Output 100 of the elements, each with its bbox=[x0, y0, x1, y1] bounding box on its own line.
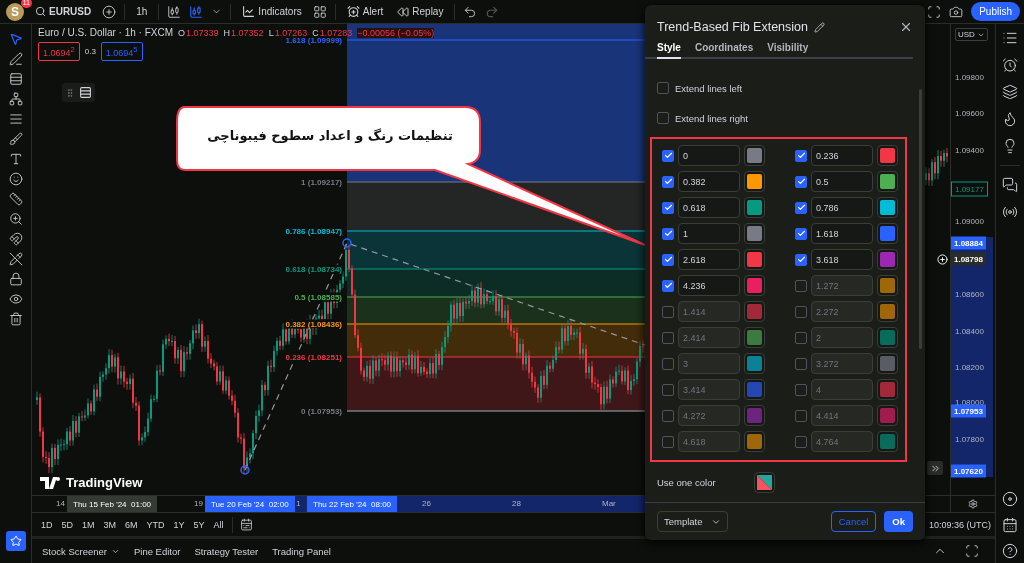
sell-price-button[interactable]: 1.0694$^{2}$ bbox=[38, 42, 80, 61]
level-input[interactable]: 0.5 bbox=[811, 171, 873, 193]
checkbox[interactable] bbox=[795, 435, 807, 448]
checkbox[interactable] bbox=[795, 305, 807, 318]
checkbox[interactable] bbox=[662, 305, 674, 318]
calendar-icon[interactable] bbox=[239, 518, 253, 531]
candles-icon[interactable] bbox=[189, 4, 204, 19]
zoom-in-icon[interactable] bbox=[8, 212, 23, 226]
checkbox[interactable] bbox=[795, 253, 807, 266]
pencil-icon[interactable] bbox=[814, 21, 825, 33]
cancel-button[interactable]: Cancel bbox=[830, 511, 877, 533]
level-input[interactable]: 3.618 bbox=[811, 249, 873, 271]
watchlist-icon[interactable] bbox=[1002, 30, 1018, 46]
alarm-clock-icon[interactable] bbox=[1002, 57, 1018, 73]
checkbox[interactable] bbox=[662, 409, 674, 422]
indicators-button[interactable]: Indicators bbox=[239, 3, 305, 20]
level-input[interactable]: 4.236 bbox=[678, 275, 740, 297]
flame-icon[interactable] bbox=[1002, 111, 1018, 127]
currency-dropdown[interactable]: USD bbox=[955, 28, 988, 41]
help-icon[interactable] bbox=[1002, 543, 1018, 559]
checkbox[interactable] bbox=[795, 175, 807, 188]
checkbox[interactable] bbox=[662, 149, 674, 162]
brush-icon[interactable] bbox=[8, 132, 23, 146]
checkbox[interactable] bbox=[795, 383, 807, 396]
pattern-tool-icon[interactable] bbox=[8, 92, 23, 106]
level-input[interactable]: 2.618 bbox=[678, 249, 740, 271]
ruler-icon[interactable] bbox=[8, 192, 23, 206]
dialog-tab[interactable]: Style bbox=[657, 37, 681, 60]
drag-handle-icon[interactable] bbox=[65, 87, 75, 98]
checkbox[interactable] bbox=[795, 227, 807, 240]
scroll-to-latest-button[interactable] bbox=[927, 461, 943, 475]
settings-icon[interactable] bbox=[968, 499, 978, 509]
dialog-tab[interactable]: Coordinates bbox=[694, 37, 754, 60]
checkbox[interactable] bbox=[662, 227, 674, 240]
undo-icon[interactable] bbox=[463, 4, 478, 19]
replay-button[interactable]: Replay bbox=[394, 3, 447, 20]
fullscreen-icon[interactable] bbox=[927, 4, 942, 19]
alert-button[interactable]: Alert bbox=[343, 3, 387, 20]
ok-button[interactable]: Ok bbox=[884, 511, 913, 533]
buy-price-button[interactable]: 1.0694$^{5}$ bbox=[100, 42, 143, 61]
checkbox[interactable] bbox=[795, 409, 807, 422]
range-button[interactable]: 1D bbox=[40, 519, 54, 530]
trash-icon[interactable] bbox=[8, 312, 23, 326]
cursor-icon[interactable] bbox=[8, 32, 23, 46]
checkbox[interactable] bbox=[657, 82, 669, 95]
checkbox[interactable] bbox=[662, 201, 674, 214]
panel-tab[interactable]: Stock Screener bbox=[42, 545, 120, 557]
dialog-tab[interactable]: Visibility bbox=[767, 37, 809, 60]
panel-tab[interactable]: Pine Editor bbox=[133, 545, 181, 557]
magnet-icon[interactable] bbox=[8, 232, 23, 246]
text-tool-icon[interactable] bbox=[8, 152, 23, 166]
checkbox[interactable] bbox=[662, 279, 674, 292]
checkbox[interactable] bbox=[795, 201, 807, 214]
camera-icon[interactable] bbox=[949, 4, 964, 19]
checkbox[interactable] bbox=[795, 331, 807, 344]
lines-tool-icon[interactable] bbox=[8, 112, 23, 126]
range-button[interactable]: 6M bbox=[124, 519, 139, 530]
checkbox[interactable] bbox=[662, 383, 674, 396]
level-input[interactable]: 0 bbox=[678, 145, 740, 167]
maximize-icon[interactable] bbox=[965, 544, 979, 558]
range-button[interactable]: 5Y bbox=[192, 519, 206, 530]
add-symbol-icon[interactable] bbox=[102, 4, 117, 19]
level-input[interactable]: 0.382 bbox=[678, 171, 740, 193]
calendar-icon[interactable] bbox=[1002, 517, 1018, 533]
interval-button[interactable]: 1h bbox=[133, 4, 151, 19]
range-button[interactable]: 5D bbox=[60, 519, 75, 530]
checkbox[interactable] bbox=[795, 149, 807, 162]
redo-icon[interactable] bbox=[485, 4, 500, 19]
trend-line-drawing[interactable] bbox=[240, 238, 646, 475]
checkbox[interactable] bbox=[795, 357, 807, 370]
range-button[interactable]: 3M bbox=[102, 519, 118, 530]
template-dropdown[interactable]: Template bbox=[657, 511, 728, 533]
level-input[interactable]: 0.618 bbox=[678, 197, 740, 219]
panel-tab[interactable]: Strategy Tester bbox=[194, 545, 259, 557]
level-input[interactable]: 0.236 bbox=[811, 145, 873, 167]
broadcast-icon[interactable] bbox=[1002, 204, 1018, 220]
checkbox[interactable] bbox=[662, 435, 674, 448]
lightbulb-icon[interactable] bbox=[1002, 138, 1018, 154]
add-icon[interactable] bbox=[937, 253, 948, 265]
lock-icon[interactable] bbox=[8, 272, 23, 286]
checkbox[interactable] bbox=[662, 175, 674, 188]
color-swatch[interactable] bbox=[753, 471, 775, 493]
range-button[interactable]: YTD bbox=[145, 519, 166, 530]
checkbox[interactable] bbox=[662, 331, 674, 344]
range-button[interactable]: All bbox=[212, 519, 225, 530]
range-button[interactable]: 1M bbox=[81, 519, 96, 530]
level-input[interactable]: 0.786 bbox=[811, 197, 873, 219]
scrollbar[interactable] bbox=[919, 89, 922, 350]
smiley-icon[interactable] bbox=[8, 172, 23, 186]
chat-icon[interactable] bbox=[1002, 177, 1018, 193]
eye-icon[interactable] bbox=[8, 292, 23, 306]
panel-tab[interactable]: Trading Panel bbox=[272, 545, 331, 557]
favorites-button[interactable] bbox=[5, 531, 26, 551]
level-input[interactable]: 1.618 bbox=[811, 223, 873, 245]
range-button[interactable]: 1Y bbox=[172, 519, 186, 530]
checkbox[interactable] bbox=[795, 279, 807, 292]
publish-button[interactable]: Publish bbox=[971, 2, 1020, 21]
target-icon[interactable] bbox=[1002, 491, 1018, 507]
checkbox[interactable] bbox=[662, 253, 674, 266]
checkbox[interactable] bbox=[657, 112, 669, 125]
